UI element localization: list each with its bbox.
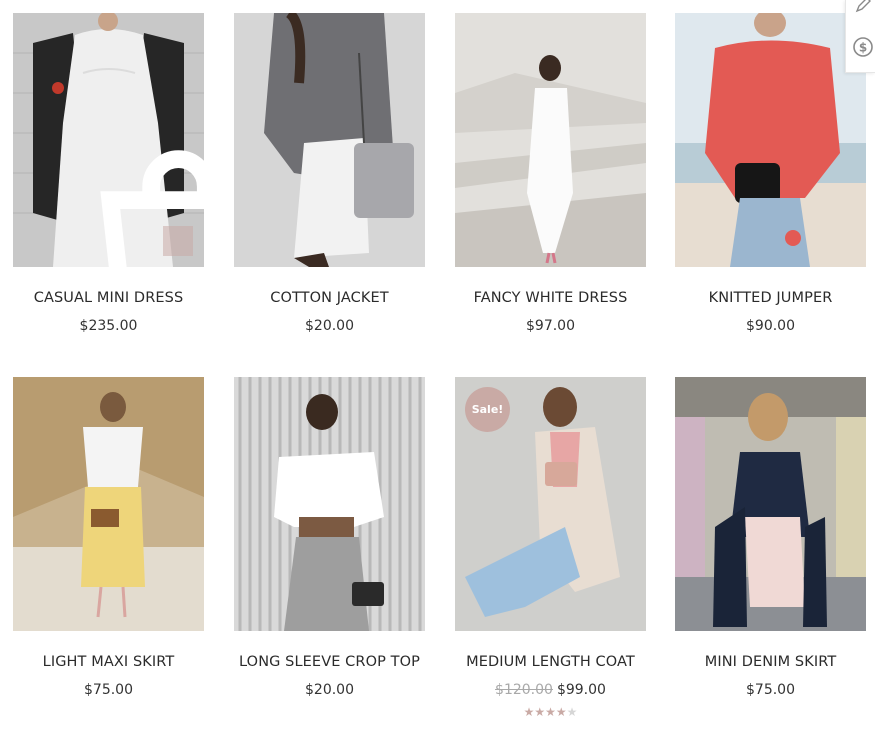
product-card[interactable]: LONG SLEEVE CROP TOP $20.00 — [234, 377, 425, 699]
product-title[interactable]: COTTON JACKET — [234, 289, 425, 307]
svg-text:$: $ — [859, 41, 867, 55]
edit-button[interactable] — [852, 0, 874, 16]
product-image[interactable] — [675, 377, 866, 631]
product-image[interactable] — [675, 13, 866, 267]
product-price: $120.00 $99.00 — [455, 681, 646, 699]
product-image[interactable] — [13, 377, 204, 631]
product-title[interactable]: MINI DENIM SKIRT — [675, 653, 866, 671]
product-card[interactable]: KNITTED JUMPER $90.00 — [675, 13, 866, 335]
product-image[interactable] — [234, 13, 425, 267]
product-image[interactable] — [234, 377, 425, 631]
product-title[interactable]: FANCY WHITE DRESS — [455, 289, 646, 307]
sale-price: $99.00 — [556, 682, 606, 698]
product-price: $20.00 — [305, 318, 354, 334]
dollar-coin-icon: $ — [852, 37, 874, 62]
floating-tools-panel: $ — [845, 0, 875, 73]
add-to-cart-button[interactable] — [99, 150, 204, 267]
product-image[interactable]: Sale! — [455, 377, 646, 631]
star-icon: ★ — [523, 705, 535, 719]
product-price: $235.00 — [79, 318, 138, 334]
sale-badge: Sale! — [465, 387, 510, 432]
product-card[interactable]: COTTON JACKET $20.00 — [234, 13, 425, 335]
old-price: $120.00 — [495, 682, 553, 698]
star-icon: ★ — [555, 705, 567, 719]
product-price: $75.00 — [84, 682, 133, 698]
product-price: $97.00 — [526, 318, 575, 334]
product-card[interactable]: CASUAL MINI DRESS $235.00 — [13, 13, 204, 335]
product-price: $75.00 — [746, 682, 795, 698]
product-price: $20.00 — [305, 682, 354, 698]
product-card[interactable]: LIGHT MAXI SKIRT $75.00 — [13, 377, 204, 699]
product-card[interactable]: MINI DENIM SKIRT $75.00 — [675, 377, 866, 699]
product-photo-mini-denim-skirt — [675, 377, 866, 631]
shopping-bag-icon — [83, 114, 204, 267]
product-image[interactable] — [13, 13, 204, 267]
product-photo-light-maxi-skirt — [13, 377, 204, 631]
product-photo-knitted-jumper — [675, 13, 866, 267]
star-icon: ★ — [566, 705, 578, 719]
product-price: $90.00 — [746, 318, 795, 334]
product-title[interactable]: KNITTED JUMPER — [675, 289, 866, 307]
product-title[interactable]: MEDIUM LENGTH COAT — [455, 653, 646, 671]
product-card[interactable]: Sale! MEDIUM LENGTH COAT $120.00 $99.00 ★… — [455, 377, 646, 719]
product-title[interactable]: LONG SLEEVE CROP TOP — [234, 653, 425, 671]
currency-button[interactable]: $ — [852, 36, 874, 58]
product-photo-long-sleeve-crop-top — [234, 377, 425, 631]
product-title[interactable]: CASUAL MINI DRESS — [13, 289, 204, 307]
product-photo-fancy-white-dress — [455, 13, 646, 267]
rating-stars: ★★★★★ — [455, 705, 646, 719]
product-photo-cotton-jacket — [234, 13, 425, 267]
product-title[interactable]: LIGHT MAXI SKIRT — [13, 653, 204, 671]
product-image[interactable] — [455, 13, 646, 267]
product-card[interactable]: FANCY WHITE DRESS $97.00 — [455, 13, 646, 335]
pencil-icon — [852, 0, 874, 20]
star-icon: ★ — [534, 705, 546, 719]
star-icon: ★ — [545, 705, 556, 719]
